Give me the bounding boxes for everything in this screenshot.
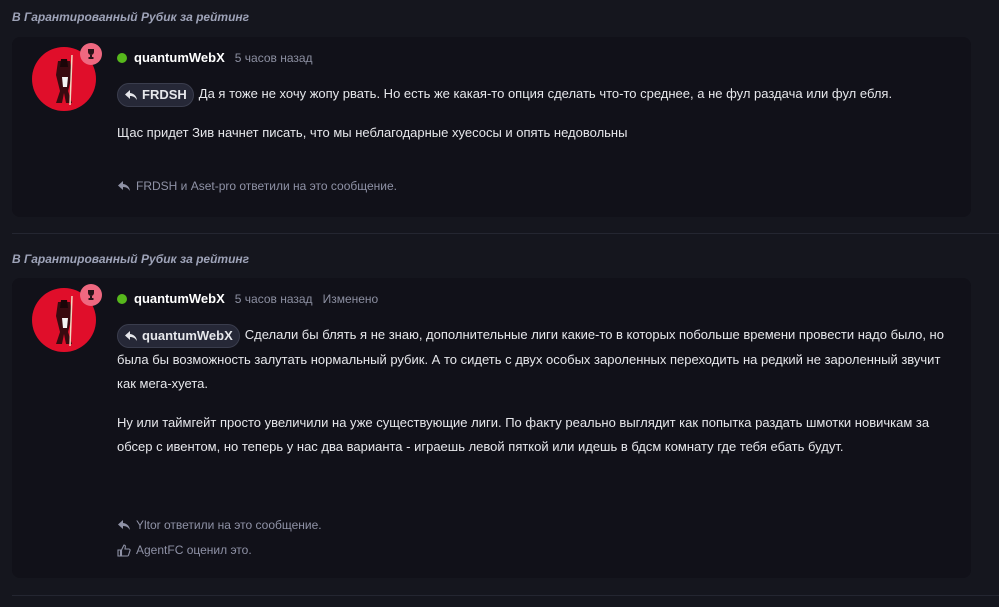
reply-icon xyxy=(118,520,130,530)
trophy-icon[interactable] xyxy=(80,284,102,306)
divider xyxy=(12,595,999,596)
thumbs-up-icon xyxy=(117,543,131,557)
reply-icon xyxy=(118,181,130,191)
replies-line[interactable]: FRDSH и Aset-pro ответили на это сообщен… xyxy=(117,179,397,193)
post-paragraph: quantumWebX Сделали бы блять я не знаю, д… xyxy=(117,323,947,397)
reply-icon xyxy=(125,89,137,100)
post-body: quantumWebX Сделали бы блять я не знаю, д… xyxy=(117,323,947,460)
quote-reference[interactable]: quantumWebX xyxy=(117,323,240,348)
quote-username: quantumWebX xyxy=(142,327,233,343)
quote-username: FRDSH xyxy=(142,86,187,102)
online-status-icon xyxy=(117,293,127,304)
replies-line[interactable]: Yltor ответили на это сообщение. xyxy=(117,518,322,532)
post-paragraph: FRDSH Да я тоже не хочу жопу рвать. Но ес… xyxy=(117,82,947,107)
online-status-icon xyxy=(117,52,127,63)
trophy-icon[interactable] xyxy=(80,43,102,65)
post-body: FRDSH Да я тоже не хочу жопу рвать. Но ес… xyxy=(117,82,947,145)
post-time[interactable]: 5 часов назад xyxy=(235,51,313,65)
post-context-1[interactable]: В Гарантированный Рубик за рейтинг xyxy=(12,10,249,24)
edited-marker[interactable]: Изменено xyxy=(323,292,379,306)
post-card-2: quantumWebX 5 часов назад Изменено quant… xyxy=(12,278,971,578)
quote-reference[interactable]: FRDSH xyxy=(117,82,194,107)
post-context-2[interactable]: В Гарантированный Рубик за рейтинг xyxy=(12,252,249,266)
post-header: quantumWebX 5 часов назад xyxy=(117,50,323,65)
post-paragraph: Щас придет Зив начнет писать, что мы неб… xyxy=(117,124,628,140)
likes-line[interactable]: AgentFC оценил это. xyxy=(117,543,252,557)
post-header: quantumWebX 5 часов назад Изменено xyxy=(117,291,378,306)
likes-text: AgentFC оценил это. xyxy=(136,543,252,557)
divider xyxy=(12,233,999,234)
author-username[interactable]: quantumWebX xyxy=(134,50,225,65)
post-card-1: quantumWebX 5 часов назад FRDSH Да я тоже… xyxy=(12,37,971,217)
author-username[interactable]: quantumWebX xyxy=(134,291,225,306)
post-time[interactable]: 5 часов назад xyxy=(235,292,313,306)
replies-text: Yltor ответили на это сообщение. xyxy=(136,518,322,532)
paragraph-text: Сделали бы блять я не знаю, дополнительн… xyxy=(117,327,944,392)
replies-text: FRDSH и Aset-pro ответили на это сообщен… xyxy=(136,179,398,193)
reply-icon xyxy=(125,330,137,341)
post-paragraph: Ну или таймгейт просто увеличили на уже … xyxy=(117,414,930,455)
paragraph-text: Да я тоже не хочу жопу рвать. Но есть же… xyxy=(198,86,893,101)
